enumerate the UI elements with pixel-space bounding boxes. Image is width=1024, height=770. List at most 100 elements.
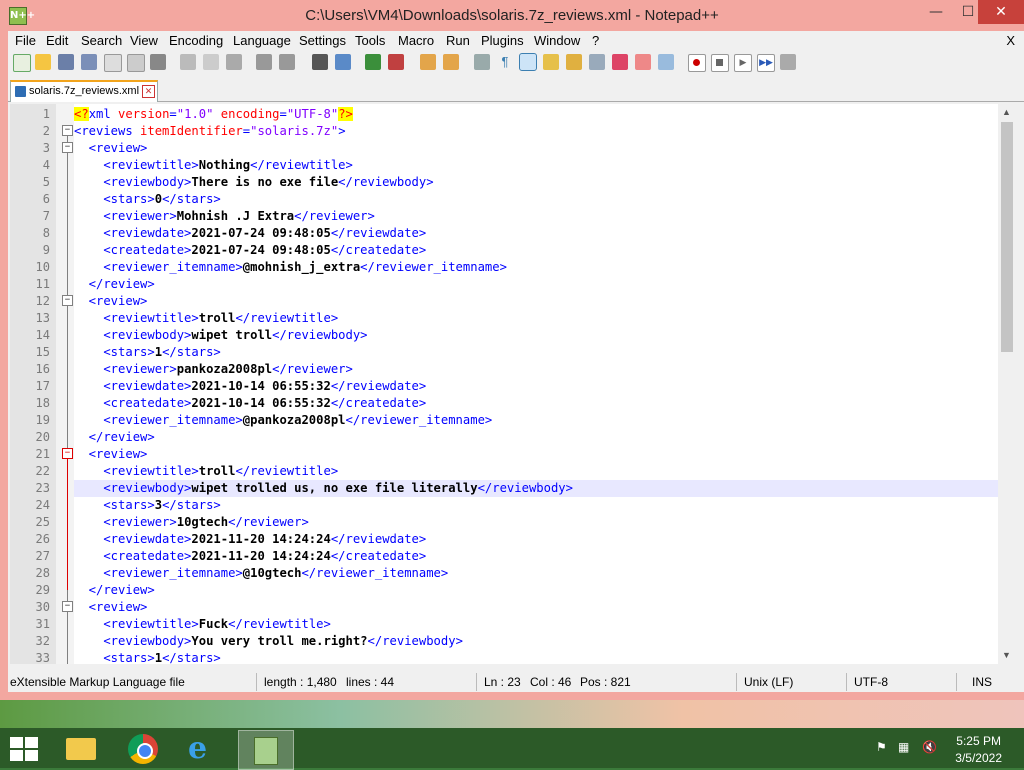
fold-toggle-review-4[interactable]: −: [62, 601, 73, 612]
code-line[interactable]: 16 <reviewer>pankoza2008pl</reviewer>: [10, 361, 1016, 378]
code-line[interactable]: 21 <review>: [10, 446, 1016, 463]
code-line[interactable]: 3 <review>: [10, 140, 1016, 157]
replace-icon[interactable]: [335, 54, 351, 70]
internet-explorer-icon[interactable]: e: [176, 730, 230, 768]
vertical-scrollbar[interactable]: ▲ ▼: [998, 104, 1016, 664]
start-button[interactable]: [10, 737, 38, 761]
volume-muted-icon[interactable]: 🔇: [922, 740, 938, 756]
sync-vertical-icon[interactable]: [420, 54, 436, 70]
code-line[interactable]: 9 <createdate>2021-07-24 09:48:05</creat…: [10, 242, 1016, 259]
menu-macro[interactable]: Macro: [398, 33, 434, 48]
code-line[interactable]: 2 <reviews itemIdentifier="solaris.7z">: [10, 123, 1016, 140]
menu-search[interactable]: Search: [81, 33, 122, 48]
tab-solaris-reviews[interactable]: solaris.7z_reviews.xml ✕: [10, 80, 158, 102]
code-line[interactable]: 11 </review>: [10, 276, 1016, 293]
code-line[interactable]: 32 <reviewbody>You very troll me.right?<…: [10, 633, 1016, 650]
stop-macro-icon[interactable]: [711, 54, 729, 72]
status-encoding[interactable]: UTF-8: [854, 675, 888, 689]
menu-plugins[interactable]: Plugins: [481, 33, 524, 48]
zoom-in-icon[interactable]: [365, 54, 381, 70]
menu-view[interactable]: View: [130, 33, 158, 48]
new-file-icon[interactable]: [13, 54, 31, 72]
code-line[interactable]: 10 <reviewer_itemname>@mohnish_j_extra</…: [10, 259, 1016, 276]
menu-help[interactable]: ?: [592, 33, 599, 48]
code-line[interactable]: 24 <stars>3</stars>: [10, 497, 1016, 514]
indent-guide-icon[interactable]: [519, 53, 537, 71]
title-bar[interactable]: N++ C:\Users\VM4\Downloads\solaris.7z_re…: [0, 0, 1024, 32]
menu-edit[interactable]: Edit: [46, 33, 68, 48]
code-line[interactable]: 8 <reviewdate>2021-07-24 09:48:05</revie…: [10, 225, 1016, 242]
chrome-icon[interactable]: [116, 730, 170, 768]
print-icon[interactable]: [150, 54, 166, 70]
folder-as-workspace-icon[interactable]: [612, 54, 628, 70]
find-icon[interactable]: [312, 54, 328, 70]
editor[interactable]: 1 <?xml version="1.0" encoding="UTF-8"?> 2…: [10, 104, 1016, 667]
menu-encoding[interactable]: Encoding: [169, 33, 223, 48]
menu-run[interactable]: Run: [446, 33, 470, 48]
paste-icon[interactable]: [226, 54, 242, 70]
zoom-out-icon[interactable]: [388, 54, 404, 70]
code-line[interactable]: 25 <reviewer>10gtech</reviewer>: [10, 514, 1016, 531]
monitor-icon[interactable]: [658, 54, 674, 70]
close-document-x[interactable]: X: [1006, 33, 1015, 48]
undo-icon[interactable]: [256, 54, 272, 70]
menu-settings[interactable]: Settings: [299, 33, 346, 48]
record-macro-icon[interactable]: [688, 54, 706, 72]
code-line[interactable]: 33 <stars>1</stars>: [10, 650, 1016, 667]
fold-toggle-reviews[interactable]: −: [62, 125, 73, 136]
menu-window[interactable]: Window: [534, 33, 580, 48]
code-line[interactable]: 23 <reviewbody>wipet trolled us, no exe …: [10, 480, 1016, 497]
code-line[interactable]: 27 <createdate>2021-11-20 14:24:24</crea…: [10, 548, 1016, 565]
open-file-icon[interactable]: [35, 54, 51, 70]
copy-icon[interactable]: [203, 54, 219, 70]
code-line[interactable]: 22 <reviewtitle>troll</reviewtitle>: [10, 463, 1016, 480]
clipboard-history-icon[interactable]: [635, 54, 651, 70]
file-explorer-icon[interactable]: [54, 730, 108, 768]
fold-toggle-review-1[interactable]: −: [62, 142, 73, 153]
code-line[interactable]: 12 <review>: [10, 293, 1016, 310]
code-line[interactable]: 17 <reviewdate>2021-10-14 06:55:32</revi…: [10, 378, 1016, 395]
menu-tools[interactable]: Tools: [355, 33, 385, 48]
close-button[interactable]: ✕: [978, 0, 1024, 24]
menu-language[interactable]: Language: [233, 33, 291, 48]
tab-close-icon[interactable]: ✕: [142, 85, 155, 98]
code-line[interactable]: 31 <reviewtitle>Fuck</reviewtitle>: [10, 616, 1016, 633]
code-line[interactable]: 7 <reviewer>Mohnish .J Extra</reviewer>: [10, 208, 1016, 225]
scroll-up-arrow-icon[interactable]: ▲: [1002, 107, 1011, 117]
code-line[interactable]: 20 </review>: [10, 429, 1016, 446]
save-all-icon[interactable]: [81, 54, 97, 70]
code-line[interactable]: 18 <createdate>2021-10-14 06:55:32</crea…: [10, 395, 1016, 412]
fold-toggle-review-2[interactable]: −: [62, 295, 73, 306]
code-line[interactable]: 6 <stars>0</stars>: [10, 191, 1016, 208]
run-macro-multiple-icon[interactable]: ▶▶: [757, 54, 775, 72]
scroll-down-arrow-icon[interactable]: ▼: [1002, 650, 1011, 660]
sync-horizontal-icon[interactable]: [443, 54, 459, 70]
cut-icon[interactable]: [180, 54, 196, 70]
network-icon[interactable]: ▦: [898, 740, 914, 756]
scroll-thumb[interactable]: [1001, 122, 1013, 352]
code-line[interactable]: 19 <reviewer_itemname>@pankoza2008pl</re…: [10, 412, 1016, 429]
doc-map-icon[interactable]: [566, 54, 582, 70]
redo-icon[interactable]: [279, 54, 295, 70]
code-line[interactable]: 13 <reviewtitle>troll</reviewtitle>: [10, 310, 1016, 327]
menu-file[interactable]: File: [15, 33, 36, 48]
flag-icon[interactable]: ⚑: [876, 740, 892, 756]
status-eol[interactable]: Unix (LF): [744, 675, 793, 689]
code-line[interactable]: 4 <reviewtitle>Nothing</reviewtitle>: [10, 157, 1016, 174]
word-wrap-icon[interactable]: [474, 54, 490, 70]
code-line[interactable]: 26 <reviewdate>2021-11-20 14:24:24</revi…: [10, 531, 1016, 548]
code-line[interactable]: 28 <reviewer_itemname>@10gtech</reviewer…: [10, 565, 1016, 582]
function-list-icon[interactable]: [589, 54, 605, 70]
code-line[interactable]: 5 <reviewbody>There is no exe file</revi…: [10, 174, 1016, 191]
save-icon[interactable]: [58, 54, 74, 70]
code-line[interactable]: 30 <review>: [10, 599, 1016, 616]
play-macro-icon[interactable]: ▶: [734, 54, 752, 72]
user-language-icon[interactable]: [543, 54, 559, 70]
code-line[interactable]: 15 <stars>1</stars>: [10, 344, 1016, 361]
save-macro-icon[interactable]: [780, 54, 796, 70]
code-line[interactable]: 14 <reviewbody>wipet troll</reviewbody>: [10, 327, 1016, 344]
close-all-icon[interactable]: [127, 54, 145, 72]
minimize-button[interactable]: —: [920, 0, 952, 24]
close-file-icon[interactable]: [104, 54, 122, 72]
code-line[interactable]: 1 <?xml version="1.0" encoding="UTF-8"?>: [10, 106, 1016, 123]
